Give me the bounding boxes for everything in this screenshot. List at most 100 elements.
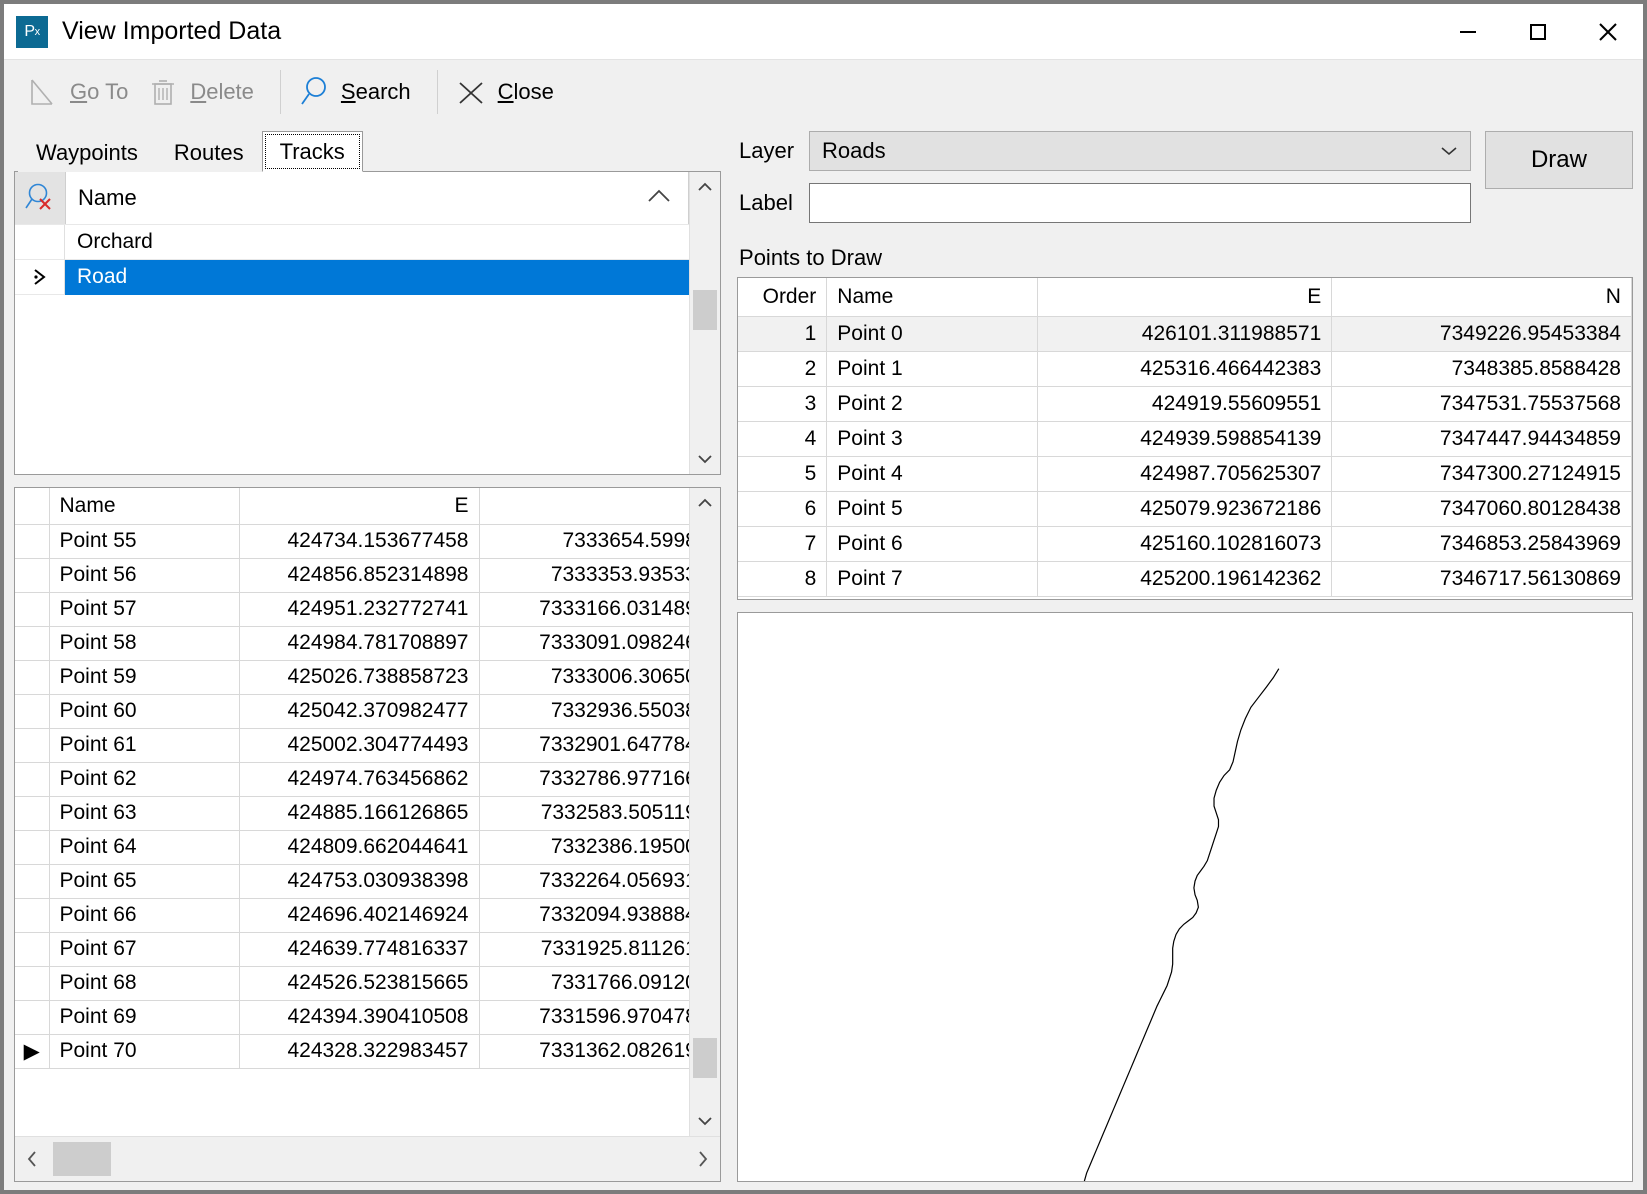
row-current-marker: ▶ (15, 1034, 50, 1069)
tracks-tree-rows: Orchard Road (15, 225, 689, 474)
table-row[interactable]: Point 55424734.1536774587333654.59983 (15, 524, 689, 559)
tracks-tree-scroll-track[interactable] (690, 202, 720, 444)
col-header-e[interactable]: E (1037, 278, 1333, 317)
track-points-grid-inner: Name E N Point 55424734.1536774587333654… (15, 488, 720, 1136)
track-polyline (1084, 669, 1278, 1181)
tracks-column-name-header[interactable]: Name (66, 172, 689, 224)
left-pane: Waypoints Routes Tracks Name Orchard Roa… (4, 123, 731, 1190)
app-window: Px View Imported Data Go To Delete Searc… (4, 4, 1643, 1190)
table-row[interactable]: Point 64424809.6620446417332386.195002 (15, 830, 689, 865)
scroll-down-icon[interactable] (690, 444, 720, 474)
table-row[interactable]: 2 Point 1 425316.466442383 7348385.8588428 (738, 351, 1632, 387)
col-header-e[interactable]: E (239, 488, 480, 525)
table-row[interactable]: Point 59425026.7388587237333006.306505 (15, 660, 689, 695)
cell-name: Point 4 (826, 456, 1039, 492)
cell-e: 425200.196142362 (1037, 561, 1333, 597)
cell-e: 424974.763456862 (239, 762, 480, 797)
table-row[interactable]: Point 68424526.5238156657331766.091203 (15, 966, 689, 1001)
tab-tracks[interactable]: Tracks (261, 131, 363, 172)
table-row[interactable]: Point 63424885.1661268657332583.5051191 (15, 796, 689, 831)
tracks-tree-main: Name Orchard Road (15, 172, 689, 474)
cell-order: 5 (738, 456, 828, 492)
tracks-tree-scroll-thumb[interactable] (693, 290, 717, 330)
draw-button[interactable]: Draw (1484, 131, 1633, 189)
close-button[interactable]: Close (450, 66, 568, 118)
track-points-hscrollbar[interactable] (15, 1136, 720, 1181)
scroll-left-icon[interactable] (15, 1137, 49, 1181)
table-row[interactable]: 6 Point 5 425079.923672186 7347060.80128438 (738, 491, 1632, 527)
cell-n: 7332094.9388840 (479, 898, 689, 933)
layer-select[interactable]: Roads (809, 131, 1471, 171)
search-button[interactable]: Search (293, 66, 425, 118)
main-body: Waypoints Routes Tracks Name Orchard Roa… (4, 123, 1643, 1190)
track-points-vscrollbar[interactable] (689, 488, 720, 1136)
tracks-column-name-label: Name (78, 185, 137, 210)
cell-e: 426101.311988571 (1037, 316, 1333, 352)
row-marker (15, 762, 50, 797)
delete-button[interactable]: Delete (142, 66, 268, 118)
cell-e: 425160.102816073 (1037, 526, 1333, 562)
table-row[interactable]: Point 66424696.4021469247332094.9388840 (15, 898, 689, 933)
table-row[interactable]: 4 Point 3 424939.598854139 7347447.94434859 (738, 421, 1632, 457)
tree-item-road[interactable]: Road (15, 260, 689, 295)
label-input[interactable] (809, 183, 1471, 223)
col-header-n[interactable]: N (479, 488, 689, 525)
table-row[interactable]: Point 56424856.8523148987333353.935333 (15, 558, 689, 593)
close-window-button[interactable] (1573, 4, 1643, 59)
scroll-up-icon[interactable] (690, 488, 720, 518)
table-row[interactable]: 7 Point 6 425160.102816073 7346853.25843969 (738, 526, 1632, 562)
scroll-up-icon[interactable] (690, 172, 720, 202)
cell-name: Point 67 (49, 932, 240, 967)
cell-e: 424734.153677458 (239, 524, 480, 559)
track-points-scroll-track[interactable] (690, 518, 720, 1106)
table-row[interactable]: 5 Point 4 424987.705625307 7347300.27124915 (738, 456, 1632, 492)
window-title: View Imported Data (62, 17, 282, 45)
track-points-grid: Name E N Point 55424734.1536774587333654… (14, 487, 721, 1182)
col-header-name[interactable]: Name (826, 278, 1039, 317)
tree-row-marker (15, 225, 65, 260)
table-row[interactable]: Point 69424394.3904105087331596.9704782 (15, 1000, 689, 1035)
track-preview-canvas[interactable] (737, 612, 1633, 1182)
scroll-down-icon[interactable] (690, 1106, 720, 1136)
cell-n: 7347300.27124915 (1331, 456, 1632, 492)
table-row[interactable]: 3 Point 2 424919.55609551 7347531.75537568 (738, 386, 1632, 422)
track-preview-svg (738, 613, 1632, 1181)
tab-waypoints[interactable]: Waypoints (18, 132, 156, 172)
track-points-hscroll-track[interactable] (49, 1137, 686, 1181)
cell-order: 8 (738, 561, 828, 597)
track-points-hscroll-thumb[interactable] (53, 1142, 111, 1176)
table-row[interactable]: Point 65424753.0309383987332264.0569319 (15, 864, 689, 899)
table-row[interactable]: Point 58424984.7817088977333091.0982467 (15, 626, 689, 661)
minimize-button[interactable] (1433, 4, 1503, 59)
table-row[interactable]: Point 57424951.2327727417333166.0314897 (15, 592, 689, 627)
tracks-tree-vscrollbar[interactable] (689, 172, 720, 474)
cell-name: Point 70 (49, 1034, 240, 1069)
cell-n: 7331596.9704782 (479, 1000, 689, 1035)
toolbar-separator-1 (279, 69, 281, 114)
cell-name: Point 61 (49, 728, 240, 763)
track-points-scroll-thumb[interactable] (693, 1038, 717, 1078)
tab-routes[interactable]: Routes (155, 132, 262, 172)
search-clear-icon[interactable] (15, 172, 66, 224)
px-app-icon: Px (16, 15, 48, 48)
table-row[interactable]: ▶Point 70424328.3229834577331362.0826192 (15, 1034, 689, 1069)
table-row[interactable]: Point 62424974.7634568627332786.9771662 (15, 762, 689, 797)
cell-n: 7333654.59983 (479, 524, 689, 559)
row-current-arrow (15, 260, 65, 295)
scroll-right-icon[interactable] (686, 1137, 720, 1181)
goto-button[interactable]: Go To (22, 66, 142, 118)
row-marker (15, 1000, 50, 1035)
maximize-button[interactable] (1503, 4, 1573, 59)
col-header-name[interactable]: Name (49, 488, 240, 525)
cell-name: Point 62 (49, 762, 240, 797)
col-header-order[interactable]: Order (738, 278, 828, 317)
table-row[interactable]: Point 60425042.3709824777332936.550384 (15, 694, 689, 729)
table-row[interactable]: 8 Point 7 425200.196142362 7346717.56130869 (738, 561, 1632, 597)
table-row[interactable]: 1 Point 0 426101.311988571 7349226.95453384 (738, 316, 1632, 352)
table-row[interactable]: Point 61425002.3047744937332901.6477847 (15, 728, 689, 763)
tree-item-orchard[interactable]: Orchard (15, 225, 689, 260)
row-marker (15, 728, 50, 763)
col-header-n[interactable]: N (1331, 278, 1632, 317)
table-row[interactable]: Point 67424639.7748163377331925.8112612 (15, 932, 689, 967)
cell-n: 7333166.0314897 (479, 592, 689, 627)
